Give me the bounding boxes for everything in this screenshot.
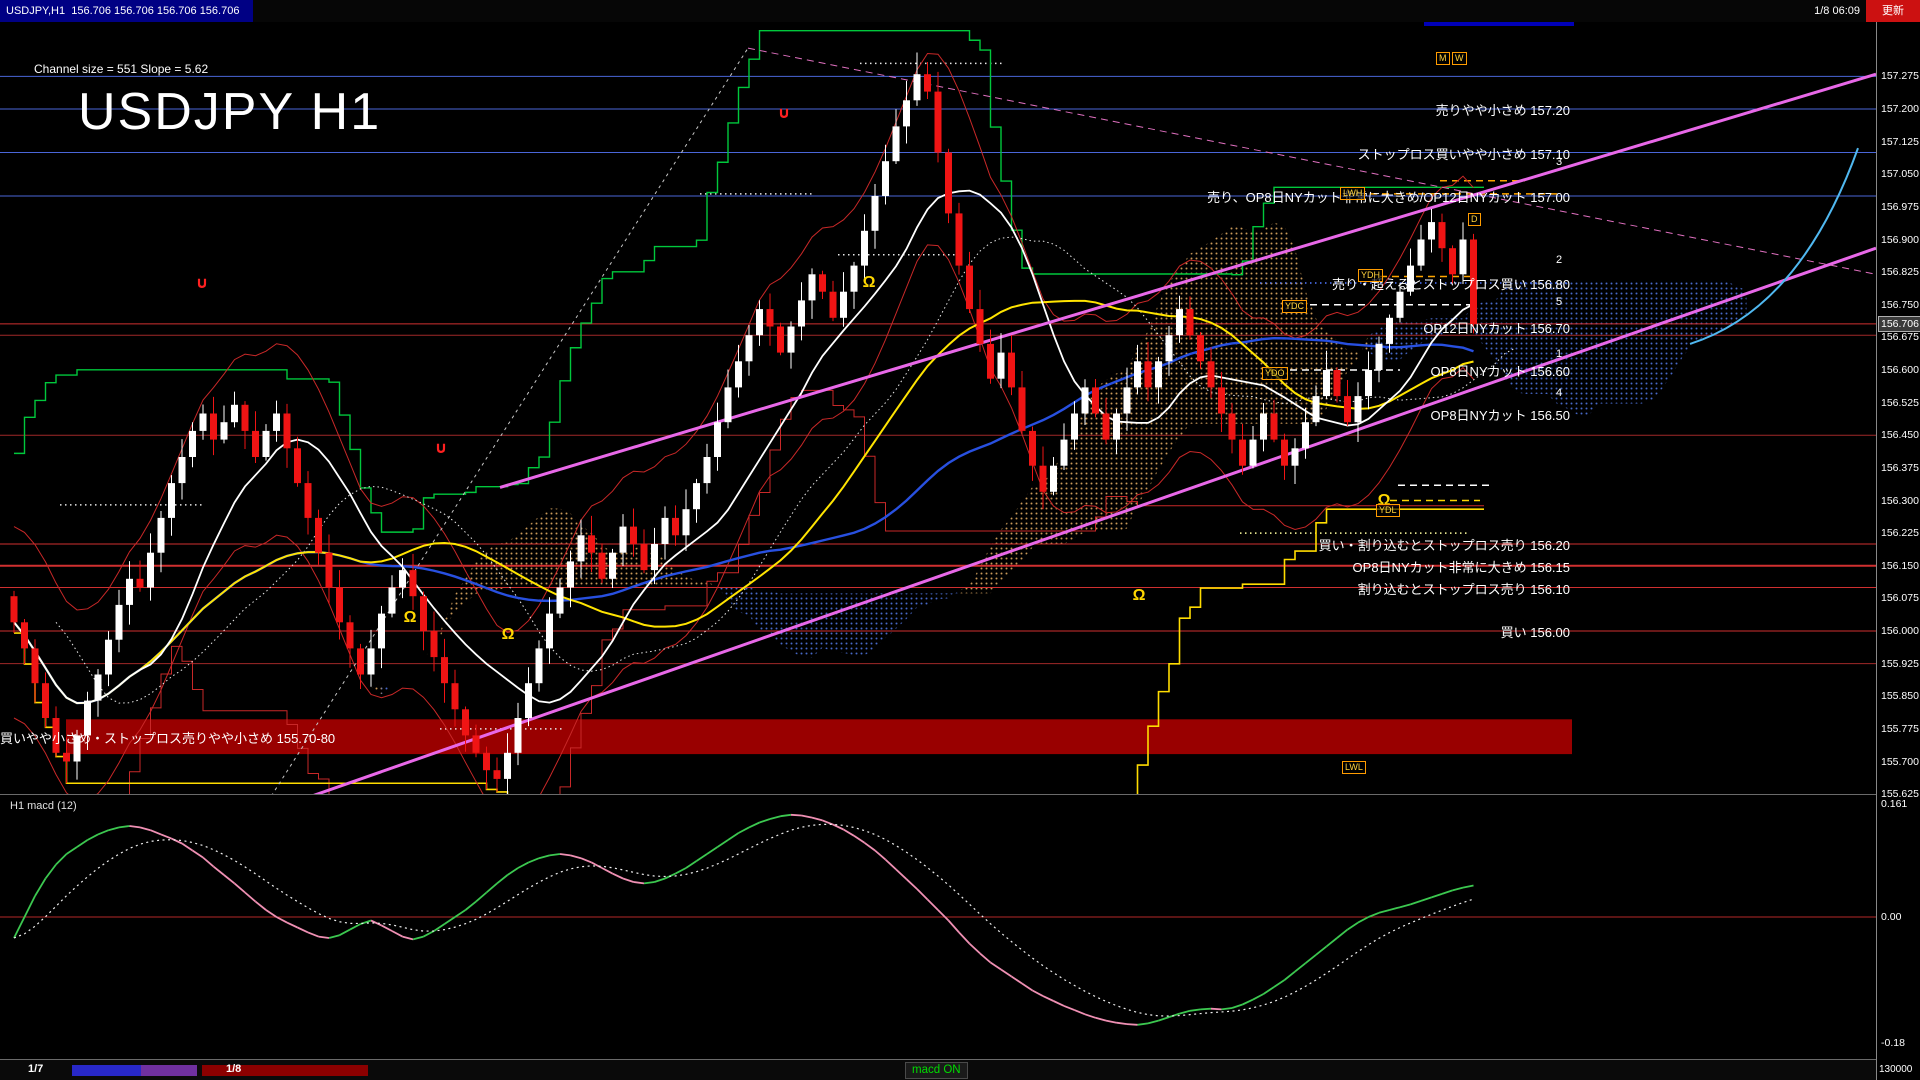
- symbol-label: USDJPY,H1: [6, 5, 65, 17]
- price-axis-label: 156.675: [1881, 331, 1919, 343]
- buy-zone-banner: 買いやや小さめ・ストップロス売りやや小さめ 155.70-80: [0, 728, 335, 747]
- price-axis-label: 156.825: [1881, 266, 1919, 278]
- period-marker-d: D: [1468, 213, 1481, 226]
- price-axis-label: 156.300: [1881, 495, 1919, 507]
- price-axis-label: 156.750: [1881, 299, 1919, 311]
- macd-axis-label: 0.161: [1881, 798, 1907, 810]
- price-axis-label: 156.900: [1881, 234, 1919, 246]
- pattern-symbol: ∪: [778, 103, 791, 123]
- macd-axis-label: 0.00: [1881, 911, 1901, 923]
- pattern-symbol: Ω: [863, 274, 876, 292]
- channel-info: Channel size = 551 Slope = 5.62: [34, 62, 208, 76]
- panel-divider[interactable]: [0, 794, 1920, 795]
- page-title: USDJPY H1: [78, 82, 381, 142]
- price-annotation: OP12日NYカット 156.70: [1423, 318, 1570, 337]
- price-axis-label: 157.050: [1881, 168, 1919, 180]
- price-annotation: 売りやや小さめ 157.20: [1436, 100, 1570, 119]
- pattern-symbol: ∪: [196, 273, 209, 293]
- current-price-badge: 156.706: [1878, 316, 1920, 332]
- period-marker-lwl: LWL: [1342, 761, 1366, 774]
- price-axis-label: 156.450: [1881, 429, 1919, 441]
- date-label: 1/7: [28, 1063, 43, 1075]
- price-annotation: 買い 156.00: [1501, 622, 1570, 641]
- period-marker-ydh: YDH: [1358, 269, 1383, 282]
- price-annotation: 売り、OP8日NYカット非常に大きめ/OP12日NYカット 157.00: [1207, 187, 1570, 206]
- price-axis-label: 155.775: [1881, 723, 1919, 735]
- price-annotation: OP8日NYカット 156.60: [1431, 361, 1570, 380]
- price-axis-label: 156.000: [1881, 625, 1919, 637]
- timeline-segment: [141, 1065, 197, 1076]
- pivot-number: 5: [1556, 296, 1562, 308]
- price-axis-label: 157.125: [1881, 136, 1919, 148]
- period-marker-w: W: [1452, 52, 1467, 65]
- timeline-segment: [72, 1065, 141, 1076]
- update-button[interactable]: 更新: [1866, 0, 1920, 22]
- price-axis-label: 155.850: [1881, 690, 1919, 702]
- price-axis-label: 156.525: [1881, 397, 1919, 409]
- price-axis-label: 155.925: [1881, 658, 1919, 670]
- price-annotation: 割り込むとストップロス売り 156.10: [1358, 579, 1570, 598]
- period-marker-ydc: YDC: [1282, 300, 1307, 313]
- price-annotation: OP8日NYカット非常に大きめ 156.15: [1353, 557, 1570, 576]
- pattern-symbol: Ω: [502, 626, 515, 644]
- title-bar: USDJPY,H1 156.706 156.706 156.706 156.70…: [0, 0, 1920, 22]
- pattern-symbol: Ω: [404, 609, 417, 627]
- pattern-symbol: Ω: [1133, 587, 1146, 605]
- price-annotation: ストップロス買いやや小さめ 157.10: [1358, 144, 1570, 163]
- pivot-number: 1: [1556, 348, 1562, 360]
- period-marker-ydo: YDO: [1262, 367, 1288, 380]
- price-axis-label: 156.150: [1881, 560, 1919, 572]
- period-marker-lwh: LWH: [1340, 187, 1365, 200]
- update-time: 1/8 06:09: [1814, 0, 1860, 22]
- date-label: 1/8: [226, 1063, 241, 1075]
- price-axis-label: 156.375: [1881, 462, 1919, 474]
- price-axis-label: 156.075: [1881, 592, 1919, 604]
- price-annotation: OP8日NYカット 156.50: [1431, 405, 1570, 424]
- volume-scale-label: 130000: [1879, 1064, 1912, 1075]
- price-annotation: 買い・割り込むとストップロス売り 156.20: [1319, 535, 1570, 554]
- period-marker-ydl: YDL: [1376, 504, 1400, 517]
- price-axis-label: 156.225: [1881, 527, 1919, 539]
- timeline-bar[interactable]: 1/7 1/8 macd ON: [0, 1060, 1876, 1080]
- macd-chart[interactable]: [0, 795, 1876, 1060]
- pivot-number: 3: [1556, 156, 1562, 168]
- price-axis-label: 157.200: [1881, 103, 1919, 115]
- macd-axis-label: -0.18: [1881, 1037, 1905, 1049]
- macd-indicator-label: H1 macd (12): [10, 800, 77, 812]
- quote-values: 156.706 156.706 156.706 156.706: [71, 5, 239, 17]
- price-axis-label: 156.975: [1881, 201, 1919, 213]
- price-axis-label: 157.275: [1881, 70, 1919, 82]
- trading-app-window: USDJPY,H1 156.706 156.706 156.706 156.70…: [0, 0, 1920, 1080]
- symbol-info: USDJPY,H1 156.706 156.706 156.706 156.70…: [0, 0, 253, 22]
- pivot-number: 2: [1556, 254, 1562, 266]
- price-axis-label: 156.600: [1881, 364, 1919, 376]
- price-axis[interactable]: 157.275 157.200 157.125 157.050 156.975 156.9…: [1876, 22, 1920, 1080]
- period-marker-m: M: [1436, 52, 1450, 65]
- macd-toggle-button[interactable]: macd ON: [905, 1062, 968, 1079]
- pivot-number: 4: [1556, 387, 1562, 399]
- price-axis-label: 155.700: [1881, 756, 1919, 768]
- pattern-symbol: ∪: [435, 438, 448, 458]
